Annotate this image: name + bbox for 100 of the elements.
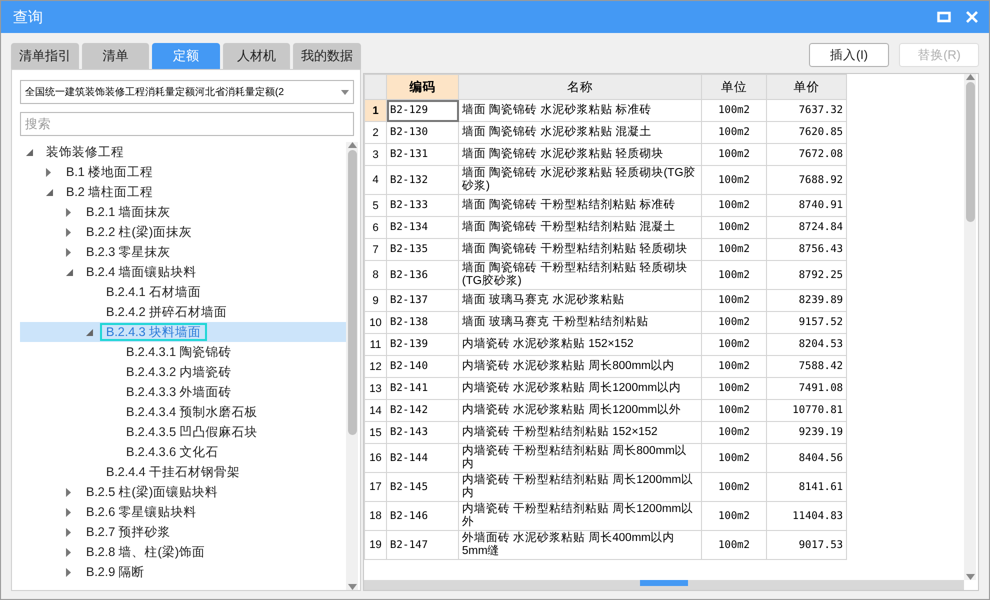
row-number[interactable]: 11 <box>364 334 386 356</box>
action-button[interactable]: 插入(I) <box>809 43 889 67</box>
column-header[interactable]: 单位 <box>702 74 766 100</box>
collapsed-arrow-icon[interactable] <box>66 228 71 236</box>
scroll-down-icon[interactable] <box>348 584 356 590</box>
row-number[interactable]: 3 <box>364 144 386 166</box>
tree-item[interactable]: B.2.4 墙面镶贴块料 <box>20 262 346 282</box>
tree-item-label: B.2.4.3.1 陶瓷锦砖 <box>125 344 233 361</box>
tree-item[interactable]: B.2.4.2 拼碎石材墙面 <box>20 302 346 322</box>
column-header[interactable]: 单价 <box>766 74 846 100</box>
tree-item[interactable]: B.2 墙柱面工程 <box>20 182 346 202</box>
dropdown-caret-icon <box>341 90 349 94</box>
table-cell: B2-130 <box>386 122 458 144</box>
scrollbar[interactable] <box>346 142 358 590</box>
table-cell: 内墙瓷砖 干粉型粘结剂粘贴 周长1200mm以外 <box>458 502 702 530</box>
row-number[interactable]: 13 <box>364 378 386 400</box>
row-number[interactable]: 15 <box>364 422 386 444</box>
row-number[interactable]: 17 <box>364 472 386 502</box>
table-cell: B2-146 <box>386 502 458 530</box>
tree-item[interactable]: B.2.4.3.5 凹凸假麻石块 <box>20 422 346 442</box>
search-field[interactable]: 搜索 <box>20 112 354 136</box>
row-number[interactable]: 14 <box>364 400 386 422</box>
collapsed-arrow-icon[interactable] <box>66 568 71 576</box>
tree-item[interactable]: B.2.1 墙面抹灰 <box>20 202 346 222</box>
collapsed-arrow-icon[interactable] <box>66 508 71 516</box>
tree-item[interactable]: B.2.4.3.1 陶瓷锦砖 <box>20 342 346 362</box>
tree-item[interactable]: B.2.4.3.2 内墙瓷砖 <box>20 362 346 382</box>
tree-item[interactable]: B.2.6 零星镶贴块料 <box>20 502 346 522</box>
collapsed-arrow-icon[interactable] <box>46 168 51 176</box>
tree-item[interactable]: B.2.2 柱(梁)面抹灰 <box>20 222 346 242</box>
table-cell: B2-144 <box>386 444 458 472</box>
tree-item[interactable]: B.2.4.3.4 预制水磨石板 <box>20 402 346 422</box>
tree-item-label: B.2.5 柱(梁)面镶贴块料 <box>85 484 219 501</box>
expanded-arrow-icon[interactable] <box>46 188 53 196</box>
table-cell: B2-129 <box>386 100 458 122</box>
table-cell: 8239.89 <box>766 290 846 312</box>
table-cell: 100m2 <box>702 260 766 290</box>
tree-item[interactable]: 装饰装修工程 <box>20 142 346 162</box>
close-icon[interactable] <box>965 10 979 24</box>
table-cell: 9017.53 <box>766 530 846 560</box>
tab[interactable]: 我的数据 <box>293 43 361 69</box>
table-cell: 7637.32 <box>766 100 846 122</box>
tree-item[interactable]: B.2.4.3.3 外墙面砖 <box>20 382 346 402</box>
horizontal-scrollbar[interactable] <box>364 580 964 590</box>
expanded-arrow-icon[interactable] <box>26 148 33 156</box>
scroll-up-icon[interactable] <box>966 74 974 80</box>
row-number[interactable]: 5 <box>364 194 386 216</box>
column-header[interactable]: 名称 <box>458 74 702 100</box>
tree-item[interactable]: B.2.3 零星抹灰 <box>20 242 346 262</box>
row-number[interactable]: 18 <box>364 502 386 530</box>
tree-item[interactable]: B.2.5 柱(梁)面镶贴块料 <box>20 482 346 502</box>
row-number[interactable]: 6 <box>364 216 386 238</box>
expanded-arrow-icon[interactable] <box>86 328 93 336</box>
row-number[interactable]: 12 <box>364 356 386 378</box>
table-cell: 100m2 <box>702 400 766 422</box>
tree-item[interactable]: B.1 楼地面工程 <box>20 162 346 182</box>
expanded-arrow-icon[interactable] <box>66 268 73 276</box>
scroll-thumb[interactable] <box>966 82 974 222</box>
table-cell: B2-135 <box>386 238 458 260</box>
collapsed-arrow-icon[interactable] <box>66 488 71 496</box>
window-title: 查询 <box>13 8 44 26</box>
tab[interactable]: 人材机 <box>222 43 290 69</box>
tab[interactable]: 清单 <box>82 43 150 69</box>
tree-item[interactable]: B.2.4.3.6 文化石 <box>20 442 346 462</box>
scroll-down-icon[interactable] <box>966 574 974 580</box>
table-cell: 7672.08 <box>766 144 846 166</box>
row-number[interactable]: 1 <box>364 100 386 122</box>
scrollbar[interactable] <box>964 74 976 580</box>
maximize-icon[interactable] <box>937 10 951 24</box>
table-cell: 100m2 <box>702 444 766 472</box>
collapsed-arrow-icon[interactable] <box>66 248 71 256</box>
tree-item-label: B.2.4.1 石材墙面 <box>105 284 202 301</box>
table-cell: 100m2 <box>702 144 766 166</box>
table-cell: 100m2 <box>702 334 766 356</box>
scroll-thumb[interactable] <box>348 150 356 435</box>
tree-item-label: B.2.4.2 拼碎石材墙面 <box>105 304 228 321</box>
row-number[interactable]: 9 <box>364 290 386 312</box>
collapsed-arrow-icon[interactable] <box>66 548 71 556</box>
row-number[interactable]: 4 <box>364 166 386 194</box>
tree-item[interactable]: B.2.9 隔断 <box>20 562 346 582</box>
collapsed-arrow-icon[interactable] <box>66 528 71 536</box>
library-dropdown[interactable]: 全国统一建筑装饰装修工程消耗量定额河北省消耗量定额(2 <box>20 80 354 104</box>
row-number[interactable]: 2 <box>364 122 386 144</box>
column-header[interactable]: 编码 <box>386 74 458 100</box>
tree-item-label: B.2.4.3.5 凹凸假麻石块 <box>125 424 259 441</box>
row-number[interactable]: 19 <box>364 530 386 560</box>
row-number[interactable]: 8 <box>364 260 386 290</box>
collapsed-arrow-icon[interactable] <box>66 208 71 216</box>
tree-item[interactable]: B.2.7 预拌砂浆 <box>20 522 346 542</box>
table-cell: 内墙瓷砖 水泥砂浆粘贴 周长1200mm以外 <box>458 400 702 422</box>
tab[interactable]: 清单指引 <box>11 43 79 69</box>
tree-item[interactable]: B.2.4.4 干挂石材钢骨架 <box>20 462 346 482</box>
table-cell: B2-131 <box>386 144 458 166</box>
tree-item[interactable]: B.2.8 墙、柱(梁)饰面 <box>20 542 346 562</box>
row-number[interactable]: 10 <box>364 312 386 334</box>
row-number[interactable]: 7 <box>364 238 386 260</box>
scroll-thumb[interactable] <box>640 580 688 586</box>
scroll-up-icon[interactable] <box>348 142 356 148</box>
tree-item[interactable]: B.2.4.1 石材墙面 <box>20 282 346 302</box>
row-number[interactable]: 16 <box>364 444 386 472</box>
